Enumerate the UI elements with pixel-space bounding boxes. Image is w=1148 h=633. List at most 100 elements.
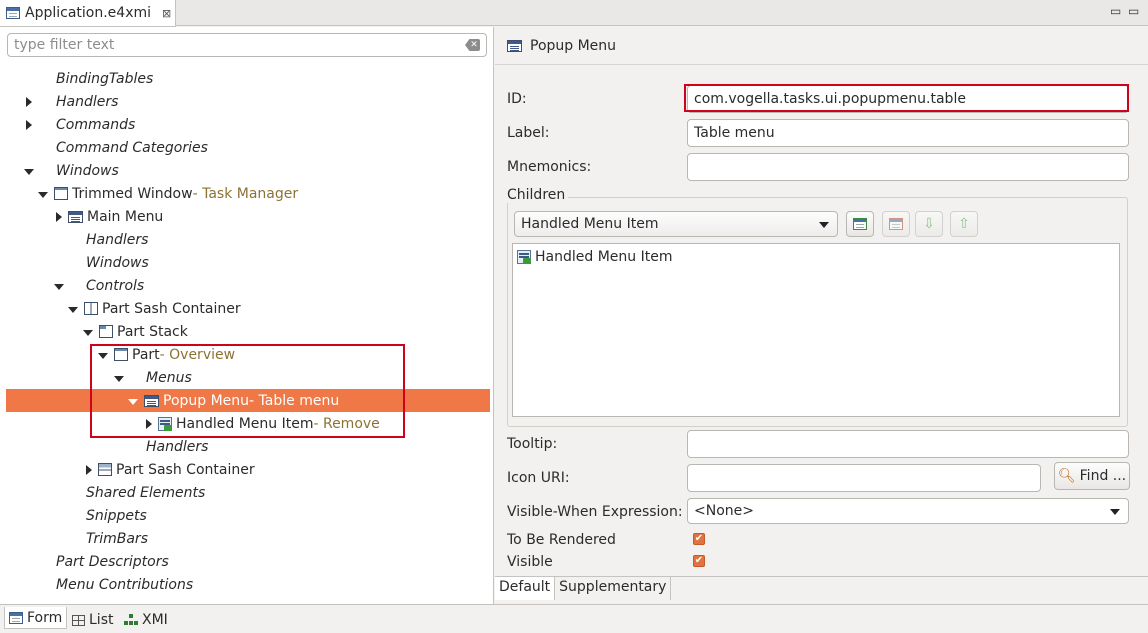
move-down-button[interactable]: ⇩ [915, 211, 943, 237]
tree-item-shared-elements[interactable]: Shared Elements [0, 481, 484, 504]
tree-item-label: Part Stack [117, 323, 188, 340]
tree-item-controls[interactable]: Controls [0, 274, 484, 297]
tree-item-part[interactable]: Part - Overview [0, 343, 484, 366]
tree-item-command-categories[interactable]: Command Categories [0, 136, 484, 159]
minimize-icon[interactable]: ▭ [1110, 4, 1121, 18]
to-be-rendered-label: To Be Rendered [507, 532, 616, 548]
model-tree: BindingTables Handlers Commands Command … [0, 67, 493, 604]
tree-item-part-handlers[interactable]: Handlers [0, 435, 484, 458]
editor-mode-tabs: Form List XMI [0, 604, 1148, 633]
tree-item-windows[interactable]: Windows [0, 159, 484, 182]
list-item[interactable]: Handled Menu Item [517, 249, 672, 265]
move-up-button[interactable]: ⇧ [950, 211, 978, 237]
tree-item-label: Handled Menu Item [176, 415, 314, 432]
collapse-arrow-icon[interactable] [98, 352, 108, 359]
tooltip-field[interactable] [687, 430, 1129, 458]
tree-item-label: Menus [146, 369, 192, 386]
arrow-up-icon: ⇧ [958, 216, 970, 232]
tree-item-handlers[interactable]: Handlers [0, 90, 484, 113]
popup-menu-icon [507, 39, 522, 52]
id-field[interactable]: com.vogella.tasks.ui.popupmenu.table [687, 85, 1129, 113]
collapse-arrow-icon[interactable] [24, 168, 34, 175]
icon-uri-field[interactable] [687, 464, 1041, 492]
children-list[interactable]: Handled Menu Item [512, 243, 1120, 417]
tree-item-handled-menu-item[interactable]: Handled Menu Item - Remove [0, 412, 484, 435]
tree-item-commands[interactable]: Commands [0, 113, 484, 136]
tree-item-label: Snippets [86, 507, 147, 524]
editor-tab[interactable]: Application.e4xmi ⊠ [0, 0, 176, 27]
tab-list[interactable]: List [72, 609, 113, 631]
xmi-tree-icon [124, 614, 138, 626]
editor-tab-bar: Application.e4xmi ⊠ ▭ ▭ [0, 0, 1148, 27]
remove-child-button[interactable] [882, 211, 910, 237]
add-child-button[interactable] [846, 211, 874, 237]
expand-arrow-icon[interactable] [56, 211, 62, 222]
tree-item-part-stack[interactable]: Part Stack [0, 320, 484, 343]
tree-item-label: Menu Contributions [56, 576, 194, 593]
collapse-arrow-icon[interactable] [83, 329, 93, 336]
tree-item-part-descriptors[interactable]: Part Descriptors [0, 550, 484, 573]
to-be-rendered-checkbox[interactable]: ✔ [693, 533, 705, 545]
tree-item-label: Part Sash Container [102, 300, 241, 317]
children-type-value: Handled Menu Item [521, 216, 659, 232]
remove-icon [889, 218, 903, 230]
tree-item-trimmed-window[interactable]: Trimmed Window - Task Manager [0, 182, 484, 205]
tree-item-label: Windows [56, 162, 119, 179]
tree-item-trimbars[interactable]: TrimBars [0, 527, 484, 550]
tab-form[interactable]: Form [4, 607, 68, 629]
tree-item-window-handlers[interactable]: Handlers [0, 228, 484, 251]
collapse-arrow-icon[interactable] [68, 306, 78, 313]
details-form-panel: Popup Menu ID: com.vogella.tasks.ui.popu… [495, 27, 1148, 604]
tree-item-label: Commands [56, 116, 136, 133]
tree-item-window-windows[interactable]: Windows [0, 251, 484, 274]
visible-when-combo[interactable]: <None> [687, 498, 1129, 524]
id-label: ID: [507, 91, 527, 107]
visible-label: Visible [507, 554, 553, 570]
visible-checkbox[interactable]: ✔ [693, 555, 705, 567]
part-stack-icon [99, 325, 113, 338]
close-icon[interactable]: ⊠ [162, 7, 171, 20]
tree-item-label: TrimBars [86, 530, 148, 547]
expand-arrow-icon[interactable] [86, 464, 92, 475]
collapse-arrow-icon[interactable] [128, 398, 138, 405]
clear-filter-icon[interactable]: ✕ [465, 39, 480, 51]
tab-xmi-label: XMI [142, 612, 168, 628]
collapse-arrow-icon[interactable] [38, 191, 48, 198]
tab-supplementary[interactable]: Supplementary [555, 577, 672, 600]
tree-item-label: Command Categories [56, 139, 208, 156]
search-icon: 🔍︎ [1057, 468, 1076, 484]
tree-item-main-menu[interactable]: Main Menu [0, 205, 484, 228]
filter-box: ✕ [7, 33, 487, 57]
tab-xmi[interactable]: XMI [124, 609, 168, 631]
handled-menu-item-icon [517, 250, 531, 264]
expand-arrow-icon[interactable] [26, 96, 32, 107]
tree-item-label: Windows [86, 254, 149, 271]
mnemonics-label: Mnemonics: [507, 159, 592, 175]
tree-item-menus[interactable]: Menus [0, 366, 484, 389]
tree-item-label: BindingTables [56, 70, 154, 87]
children-type-combo[interactable]: Handled Menu Item [514, 211, 838, 237]
tab-default[interactable]: Default [495, 577, 556, 600]
tree-item-part-sash-container-2[interactable]: Part Sash Container [0, 458, 484, 481]
collapse-arrow-icon[interactable] [114, 375, 124, 382]
tree-item-snippets[interactable]: Snippets [0, 504, 484, 527]
tree-item-part-sash-container[interactable]: Part Sash Container [0, 297, 484, 320]
menu-icon [68, 210, 83, 223]
form-subtabs: Default Supplementary [495, 576, 1148, 600]
find-button-label: Find ... [1079, 468, 1127, 484]
label-field[interactable]: Table menu [687, 119, 1129, 147]
filter-input[interactable] [8, 34, 448, 56]
maximize-icon[interactable]: ▭ [1128, 4, 1139, 18]
form-header: Popup Menu [495, 27, 1148, 65]
collapse-arrow-icon[interactable] [54, 283, 64, 290]
expand-arrow-icon[interactable] [146, 418, 152, 429]
find-button[interactable]: 🔍︎ Find ... [1054, 462, 1130, 490]
tree-item-menu-contributions[interactable]: Menu Contributions [0, 573, 484, 596]
arrow-down-icon: ⇩ [923, 216, 935, 232]
tree-item-binding-tables[interactable]: BindingTables [0, 67, 484, 90]
expand-arrow-icon[interactable] [26, 119, 32, 130]
dropdown-arrow-icon [819, 222, 829, 228]
mnemonics-field[interactable] [687, 153, 1129, 181]
dropdown-arrow-icon [1110, 509, 1120, 515]
tree-item-popup-menu[interactable]: Popup Menu - Table menu [6, 389, 490, 412]
